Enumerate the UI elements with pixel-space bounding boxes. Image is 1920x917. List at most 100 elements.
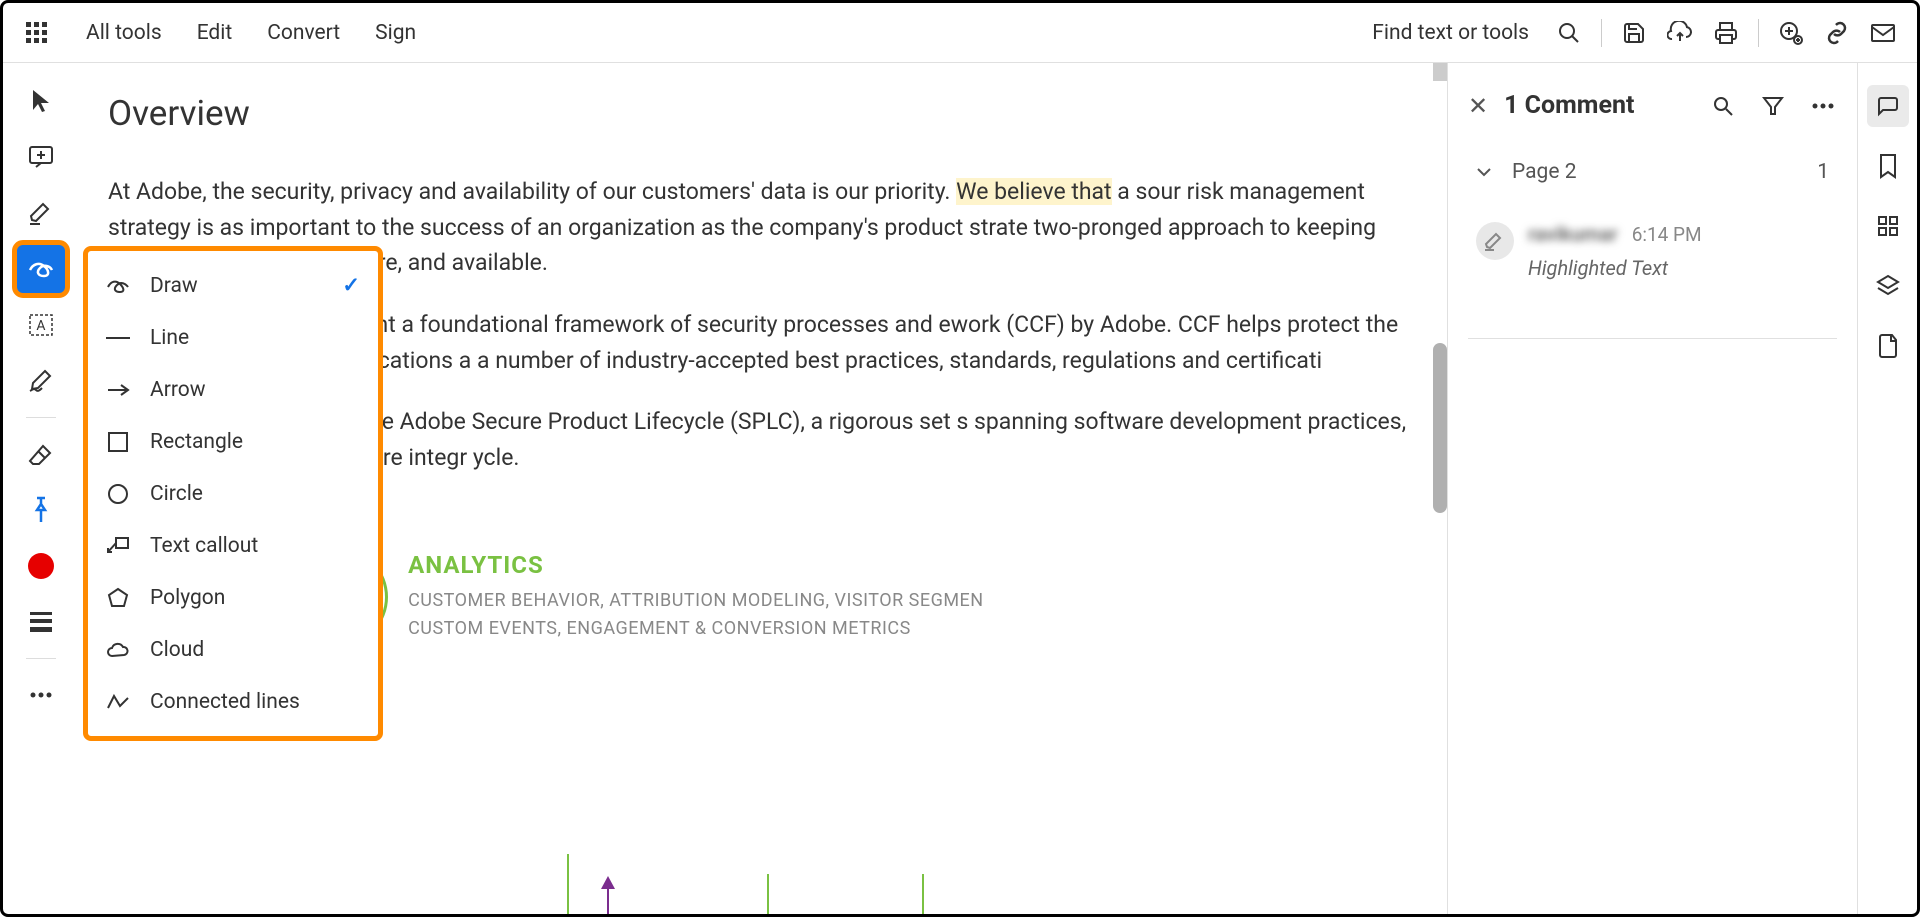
bookmarks-tab-icon[interactable] — [1867, 145, 1909, 187]
text-box-tool[interactable]: A — [15, 299, 67, 351]
menu-label: Text callout — [150, 534, 258, 558]
thumbnails-tab-icon[interactable] — [1867, 205, 1909, 247]
menu-item-draw[interactable]: Draw ✓ — [88, 259, 378, 312]
toolbar-divider — [26, 417, 56, 418]
document-title: Overview — [108, 93, 1407, 134]
apps-grid-icon[interactable] — [23, 19, 51, 47]
menu-item-text-callout[interactable]: Text callout — [88, 520, 378, 572]
menu-label: Circle — [150, 482, 203, 506]
comments-tools — [1709, 92, 1837, 120]
comments-panel: ✕ 1 Comment Page 2 1 ravikumar 6:14 PM — [1447, 63, 1857, 914]
color-picker[interactable] — [15, 540, 67, 592]
close-icon[interactable]: ✕ — [1468, 92, 1488, 120]
menu-item-circle[interactable]: Circle — [88, 468, 378, 520]
top-menu-left: All tools Edit Convert Sign — [23, 19, 416, 47]
eraser-tool[interactable] — [15, 428, 67, 480]
menu-edit[interactable]: Edit — [197, 21, 233, 45]
scrollbar-track — [1433, 63, 1447, 81]
add-comment-tool[interactable] — [15, 131, 67, 183]
text-callout-icon — [106, 534, 130, 558]
analytics-desc-line: CUSTOMER BEHAVIOR, ATTRIBUTION MODELING,… — [408, 587, 1407, 616]
comment-author: ravikumar — [1528, 222, 1618, 246]
divider — [1601, 19, 1602, 47]
check-icon: ✓ — [342, 273, 360, 298]
right-sidebar — [1857, 63, 1917, 914]
arrow-icon — [106, 378, 130, 402]
top-menu-right: Find text or tools — [1372, 19, 1897, 47]
draw-tool[interactable] — [15, 243, 67, 295]
color-red-icon — [28, 553, 54, 579]
highlighted-text[interactable]: We believe that — [956, 178, 1111, 205]
menu-label: Connected lines — [150, 690, 300, 714]
ai-assist-icon[interactable] — [1777, 19, 1805, 47]
menu-all-tools[interactable]: All tools — [86, 21, 162, 45]
menu-item-connected-lines[interactable]: Connected lines — [88, 676, 378, 728]
menu-item-line[interactable]: Line — [88, 312, 378, 364]
save-icon[interactable] — [1620, 19, 1648, 47]
menu-label: Polygon — [150, 586, 225, 610]
menu-label: Draw — [150, 274, 198, 298]
divider — [1758, 19, 1759, 47]
scrollbar-thumb[interactable] — [1433, 343, 1447, 513]
menu-item-cloud[interactable]: Cloud — [88, 624, 378, 676]
search-icon[interactable] — [1555, 19, 1583, 47]
rectangle-icon — [106, 430, 130, 454]
draw-freehand-icon — [106, 274, 130, 298]
stroke-lines-icon — [30, 612, 52, 632]
main-content: A Draw ✓ Line — [3, 63, 1917, 914]
menu-item-arrow[interactable]: Arrow — [88, 364, 378, 416]
svg-text:A: A — [36, 318, 45, 334]
flow-connectors — [238, 854, 1038, 914]
menu-convert[interactable]: Convert — [267, 21, 340, 45]
menu-item-polygon[interactable]: Polygon — [88, 572, 378, 624]
toolbar-divider — [26, 658, 56, 659]
connected-lines-icon — [106, 690, 130, 714]
menu-label: Cloud — [150, 638, 204, 662]
top-toolbar: All tools Edit Convert Sign Find text or… — [3, 3, 1917, 63]
page-group-header[interactable]: Page 2 1 — [1468, 150, 1837, 194]
select-tool[interactable] — [15, 75, 67, 127]
email-icon[interactable] — [1869, 19, 1897, 47]
divider — [1468, 338, 1837, 339]
menu-label: Line — [150, 326, 189, 350]
more-tools[interactable] — [15, 669, 67, 721]
page-label: Page 2 — [1512, 160, 1577, 184]
comments-title: 1 Comment — [1504, 91, 1634, 120]
cloud-icon — [106, 638, 130, 662]
search-comments-icon[interactable] — [1709, 92, 1737, 120]
cloud-upload-icon[interactable] — [1666, 19, 1694, 47]
pin-tool[interactable] — [15, 484, 67, 536]
stroke-width-tool[interactable] — [15, 596, 67, 648]
scrollbar[interactable] — [1433, 63, 1447, 914]
draw-shapes-menu: Draw ✓ Line Arrow Rectangle Circle Text … — [83, 246, 383, 741]
more-options-icon[interactable] — [1809, 92, 1837, 120]
signature-tool[interactable] — [15, 355, 67, 407]
comment-text: Highlighted Text — [1528, 256, 1829, 280]
print-icon[interactable] — [1712, 19, 1740, 47]
layers-tab-icon[interactable] — [1867, 265, 1909, 307]
left-toolbar: A — [3, 63, 78, 914]
chevron-down-icon — [1476, 167, 1492, 177]
comment-time: 6:14 PM — [1632, 223, 1702, 246]
menu-label: Arrow — [150, 378, 205, 402]
highlight-tool[interactable] — [15, 187, 67, 239]
filter-icon[interactable] — [1759, 92, 1787, 120]
comments-header: ✕ 1 Comment — [1468, 91, 1837, 120]
polygon-icon — [106, 586, 130, 610]
attachments-tab-icon[interactable] — [1867, 325, 1909, 367]
line-icon — [106, 326, 130, 350]
analytics-text-block: ANALYTICS CUSTOMER BEHAVIOR, ATTRIBUTION… — [408, 551, 1407, 645]
comment-avatar-icon — [1476, 222, 1514, 260]
page-comment-count: 1 — [1817, 160, 1829, 184]
circle-icon — [106, 482, 130, 506]
menu-label: Rectangle — [150, 430, 243, 454]
analytics-title: ANALYTICS — [408, 551, 1407, 579]
menu-sign[interactable]: Sign — [375, 21, 416, 45]
menu-item-rectangle[interactable]: Rectangle — [88, 416, 378, 468]
search-label[interactable]: Find text or tools — [1372, 21, 1529, 45]
comment-body: ravikumar 6:14 PM Highlighted Text — [1528, 222, 1829, 280]
analytics-desc-line: CUSTOM EVENTS, ENGAGEMENT & CONVERSION M… — [408, 615, 1407, 644]
comments-tab-icon[interactable] — [1867, 85, 1909, 127]
comment-item[interactable]: ravikumar 6:14 PM Highlighted Text — [1468, 214, 1837, 288]
link-icon[interactable] — [1823, 19, 1851, 47]
